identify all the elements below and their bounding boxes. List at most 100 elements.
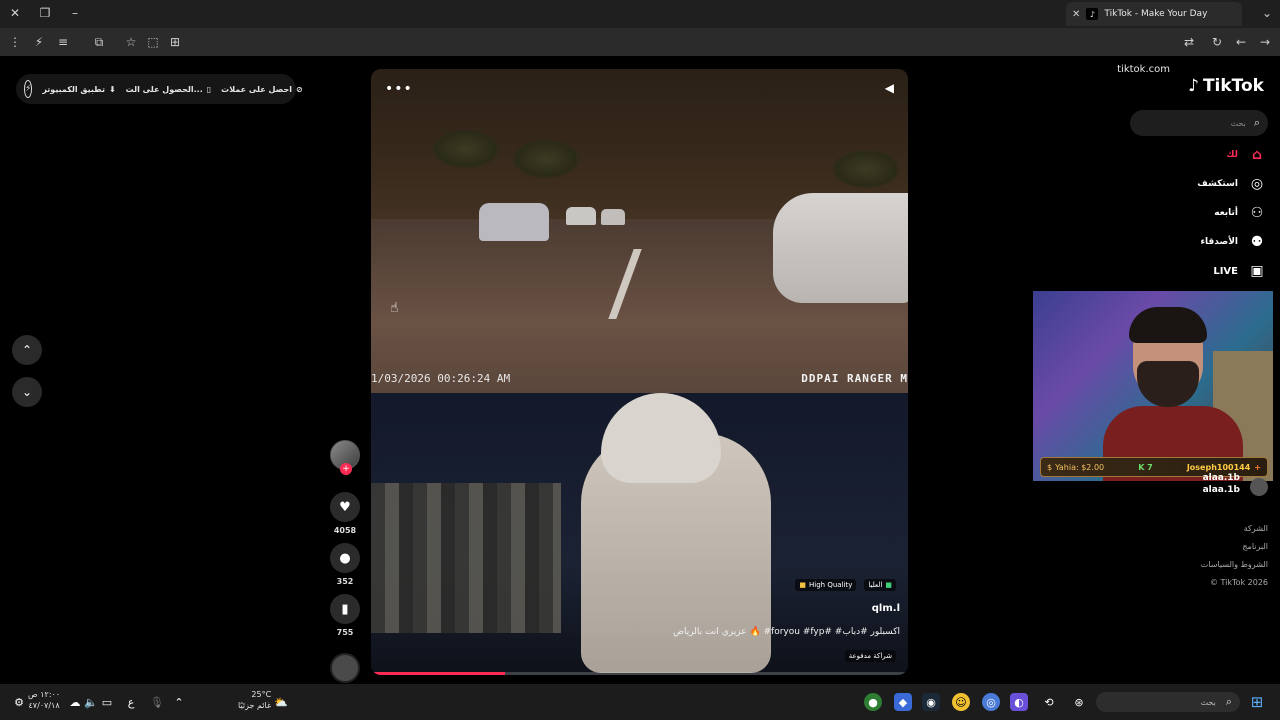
translate-icon[interactable]: ⊞ xyxy=(168,35,182,49)
site-settings-icon[interactable]: ⇄ xyxy=(1182,35,1196,49)
reload-icon[interactable]: ↻ xyxy=(1210,35,1224,49)
start-icon[interactable]: ⊞ xyxy=(1248,693,1266,711)
sidebar-nav: لك ⌂ استكشف ◎ أتابعه ⚇ الأصدقاء ⚉ LIVE ▣ xyxy=(1197,146,1266,280)
heart-icon: ♥ xyxy=(339,499,351,515)
save-button[interactable]: ▮ xyxy=(330,594,360,624)
settings-icon[interactable]: ⚙ xyxy=(10,693,28,711)
battery-icon[interactable]: ▭ xyxy=(98,693,116,711)
music-disc[interactable] xyxy=(330,653,360,683)
donation-text: Yahia: $2.00 xyxy=(1055,462,1105,472)
follower-alert: Joseph100144 + xyxy=(1187,463,1261,472)
app-icon-4[interactable]: ☺ xyxy=(952,693,970,711)
bookmark-star-icon[interactable]: ☆ xyxy=(124,35,138,49)
video-description: عزيزي انت بالرياض 🔥 #foryou #fyp# #اكسبل… xyxy=(673,627,900,637)
follow-plus-icon[interactable]: + xyxy=(340,463,352,475)
previous-video-button[interactable]: ⌃ xyxy=(12,335,42,365)
following-icon: ⚇ xyxy=(1250,205,1264,221)
footer-terms-link[interactable]: الشروط والسياسات xyxy=(1201,556,1268,574)
car xyxy=(601,209,625,225)
clock-date: ٤٧/٠٧/١٨ xyxy=(28,701,60,710)
comment-button[interactable]: ● xyxy=(330,543,360,573)
paid-partnership-label: شراكة مدفوعة xyxy=(844,650,896,662)
steam-icon[interactable]: ◉ xyxy=(922,693,940,711)
like-button[interactable]: ♥ xyxy=(330,492,360,522)
sidebar-item-label: أتابعه xyxy=(1214,208,1238,218)
chevron-up-icon: ⌃ xyxy=(21,343,33,357)
top-icon: ■ xyxy=(885,581,892,589)
taskbar-search[interactable]: بحث ⌕ xyxy=(1096,692,1240,712)
install-app-icon[interactable]: ⬚ xyxy=(146,35,160,49)
weather-widget[interactable]: 25°C غائم جزئيًا xyxy=(238,689,271,711)
video-badges: ■ High Quality العليا ■ xyxy=(795,579,896,591)
car xyxy=(479,203,549,241)
browser-tab[interactable]: ✕ ♪ TikTok - Make Your Day xyxy=(1066,2,1242,26)
download-icon: ⬇ xyxy=(108,84,116,94)
search-icon[interactable]: ⌕ xyxy=(1254,116,1260,130)
video-author[interactable]: qlm.l xyxy=(872,603,900,614)
puzzle-icon[interactable]: ⧉ xyxy=(92,35,106,49)
footer-links: الشركة البرنامج الشروط والسياسات © TikTo… xyxy=(1201,520,1268,592)
microphone-icon[interactable]: 🎙 xyxy=(148,693,166,711)
url-text[interactable]: tiktok.com xyxy=(1117,64,1170,75)
friends-icon: ⚉ xyxy=(1250,234,1264,250)
back-icon[interactable]: ← xyxy=(1234,35,1248,49)
desktop-app-link[interactable]: تطبيق الكمبيوتر ⬇ xyxy=(42,85,115,94)
creator-avatar[interactable]: + xyxy=(330,440,360,475)
sidebar-item-label: الأصدقاء xyxy=(1200,237,1238,247)
sidebar-item-friends[interactable]: الأصدقاء ⚉ xyxy=(1200,233,1266,251)
top-label: العليا xyxy=(868,581,883,589)
video-actions: + ♥ 4058 ● 352 ▮ 755 xyxy=(329,440,361,683)
streamer-hair xyxy=(1129,307,1207,343)
suggested-account[interactable]: alaa.1b alaa.1b xyxy=(1203,472,1240,496)
close-window-icon[interactable]: ✕ xyxy=(8,6,22,20)
video-player[interactable]: 1/03/2026 00:26:24 AM DDPAI RANGER M •••… xyxy=(371,69,908,675)
suggested-account-avatar[interactable] xyxy=(1250,478,1268,496)
footer-program-link[interactable]: البرنامج xyxy=(1201,538,1268,556)
sidebar-item-following[interactable]: أتابعه ⚇ xyxy=(1214,204,1266,222)
taskbar-clock[interactable]: ١٢:٠٠ ص ٤٧/٠٧/١٨ xyxy=(28,689,60,711)
dollar-icon: $ xyxy=(1047,462,1053,472)
webcam-overlay xyxy=(1033,291,1273,481)
forward-icon[interactable]: → xyxy=(1258,35,1272,49)
video-progress-bar[interactable] xyxy=(371,672,908,675)
comment-count: 352 xyxy=(336,577,354,586)
tiktok-coin-logo-icon[interactable]: ⚡ xyxy=(24,80,33,98)
donation-alert: $ Yahia: $2.00 xyxy=(1047,463,1104,472)
sidebar-item-live[interactable]: LIVE ▣ xyxy=(1213,262,1266,280)
car xyxy=(773,193,908,303)
tray-chevron-icon[interactable]: ⌃ xyxy=(170,693,188,711)
restore-window-icon[interactable]: ❐ xyxy=(38,6,52,20)
sidebar-item-explore[interactable]: استكشف ◎ xyxy=(1197,175,1266,193)
chrome-icon[interactable]: ◎ xyxy=(982,693,1000,711)
tiktok-brand: TikTok xyxy=(1202,76,1264,96)
get-app-link[interactable]: الحصول على الت... ▯ xyxy=(126,85,212,94)
tiktok-logo[interactable]: ♪ TikTok xyxy=(1188,76,1264,96)
get-coins-link[interactable]: احصل على عملات ⊘ xyxy=(221,85,303,94)
extension-icon[interactable]: ⚡ xyxy=(32,35,46,49)
bookmark-icon: ▮ xyxy=(341,601,349,617)
search-input[interactable]: بحث ⌕ xyxy=(1130,110,1268,136)
video-progress-fill xyxy=(371,672,506,675)
app-icon-7[interactable]: ⟲ xyxy=(1040,693,1058,711)
language-indicator[interactable]: ع xyxy=(122,693,140,711)
footer-company-link[interactable]: الشركة xyxy=(1201,520,1268,538)
menu-icon[interactable]: ⋮ xyxy=(8,35,22,49)
weather-desc: غائم جزئيًا xyxy=(238,701,272,710)
weather-icon[interactable]: ⛅ xyxy=(272,693,290,711)
sidebar-item-foryou[interactable]: لك ⌂ xyxy=(1226,146,1266,164)
follower-name: Joseph100144 xyxy=(1186,462,1251,472)
app-icon-2[interactable]: ◆ xyxy=(894,693,912,711)
media-control-icon[interactable]: ≡ xyxy=(56,35,70,49)
next-video-button[interactable]: ⌄ xyxy=(12,377,42,407)
viewer-count: K 7 xyxy=(1138,463,1153,472)
tab-close-icon[interactable]: ✕ xyxy=(1072,9,1080,20)
app-icon-8[interactable]: ⊛ xyxy=(1070,693,1088,711)
more-options-icon[interactable]: ••• xyxy=(385,81,413,97)
discord-icon[interactable]: ◐ xyxy=(1010,693,1028,711)
minimize-window-icon[interactable]: – xyxy=(68,6,82,20)
palm-tree xyxy=(831,149,901,189)
volume-icon[interactable]: ◀ xyxy=(885,81,894,95)
live-icon: ▣ xyxy=(1250,263,1264,279)
tab-search-icon[interactable]: ⌄ xyxy=(1260,6,1274,20)
app-icon-1[interactable]: ● xyxy=(864,693,882,711)
